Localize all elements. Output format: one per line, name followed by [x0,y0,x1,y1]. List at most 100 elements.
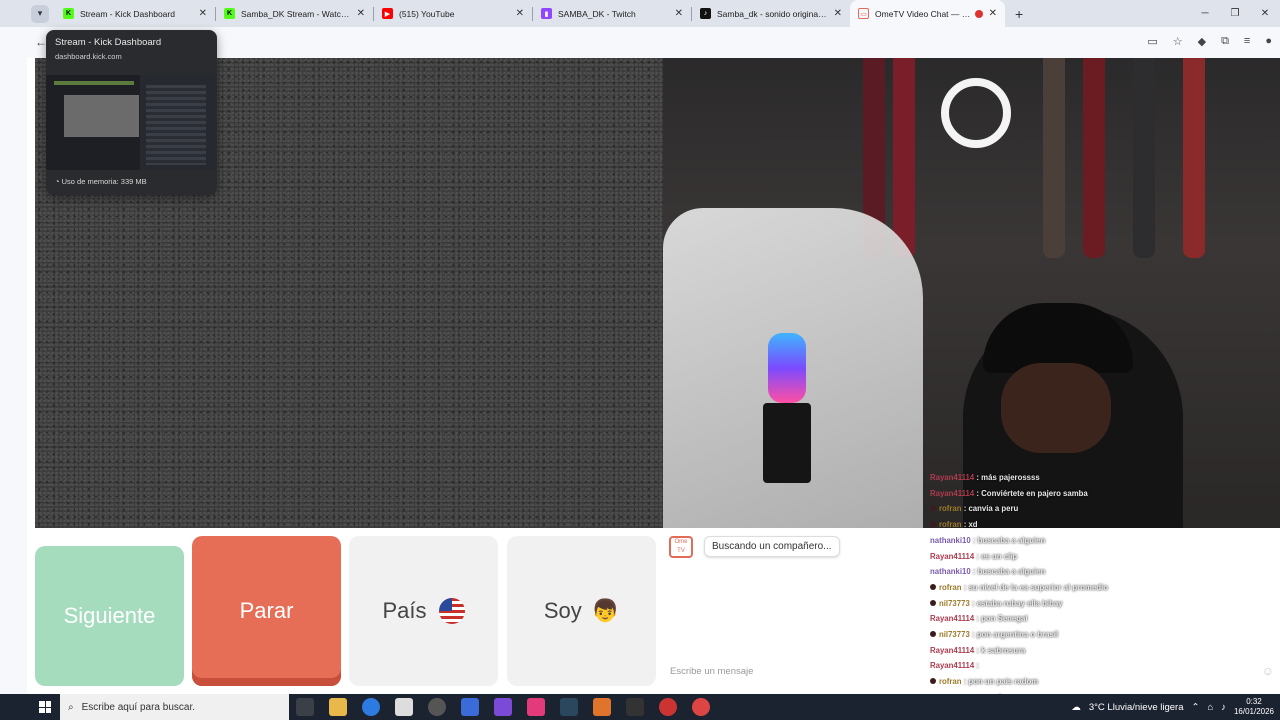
file-explorer-icon[interactable] [329,698,347,716]
extensions-icon[interactable]: ⧉ [1221,35,1229,48]
chat-message: estaba rubay ella bibay [976,598,1063,608]
chat-line: Rayan41114 : k sabrosura [930,645,1026,655]
chat-username[interactable]: nathanki10 [930,567,971,576]
chat-username[interactable]: Rayan41114 [930,646,974,655]
microphone-stand [763,403,811,483]
chat-line: rofran : canvia a peru [930,501,1160,517]
tab-twitch[interactable]: ▮ SAMBA_DK - Twitch ✕ [533,0,691,27]
weather-text[interactable]: 3°C Lluvia/nieve ligera [1089,702,1184,713]
badge-icon [930,678,936,685]
search-icon: ⌕ [68,701,74,713]
chat-username[interactable]: rofran [939,504,962,513]
gender-button[interactable]: Soy 👦 [507,536,656,686]
chat-message: su nivel de la ea superior al promedio [968,582,1108,592]
media-control-icon[interactable]: ≡ [1244,35,1250,48]
steam-icon[interactable] [560,698,578,716]
chat-username[interactable]: nil73773 [939,599,970,608]
chrome-active-icon[interactable] [692,698,710,716]
stream-chat-overlay: Rayan41114 : más pajerossss Rayan41114 : … [930,470,1160,706]
chat-username[interactable]: Rayan41114 [930,614,974,623]
minimize-icon[interactable]: ─ [1190,8,1220,19]
chat-username[interactable]: rofran [939,520,962,529]
tab-samba-kick[interactable]: K Samba_DK Stream - Watch Live ✕ [216,0,373,27]
close-icon[interactable]: ✕ [199,8,207,19]
windows-start-icon[interactable] [34,696,56,718]
tray-chevron-icon[interactable]: ⌃ [1191,702,1199,713]
tiktok-live-icon[interactable] [527,698,545,716]
star-icon[interactable]: ☆ [1173,35,1183,48]
new-tab-button[interactable]: + [1015,6,1023,22]
close-window-icon[interactable]: ✕ [1250,8,1280,19]
chat-message: buscaba a alguien [977,535,1046,545]
tab-search-button[interactable]: ▾ [31,4,49,23]
chat-username[interactable]: Rayan41114 [930,552,974,561]
chat-message: Conviértete en pajero samba [981,488,1088,498]
ometv-icon: ▭ [858,8,869,19]
weather-icon: ☁ [1071,701,1081,713]
close-icon[interactable]: ✕ [834,8,842,19]
country-button[interactable]: País [349,536,498,686]
tab-kick-dashboard[interactable]: K Stream - Kick Dashboard ✕ [55,0,215,27]
chat-line: Rayan41114 : [930,661,979,671]
profile-avatar-icon[interactable]: ● [1265,35,1272,48]
emoji-icon[interactable]: ☺ [1262,664,1274,678]
chat-message: buscaba a alguien [977,567,1046,577]
clothes-rack [893,58,915,258]
message-input[interactable]: Escribe un mensaje [670,666,753,677]
tab-tiktok[interactable]: ♪ Samba_dk - sonido original | Ti ✕ [692,0,850,27]
tab-title: OmeTV Video Chat — Ome [875,8,971,19]
app-icon[interactable] [461,698,479,716]
chat-username[interactable]: nil73773 [939,630,970,639]
discord-icon[interactable] [494,698,512,716]
capcut-icon[interactable] [626,698,644,716]
obs-icon[interactable] [428,698,446,716]
chat-username[interactable]: Rayan41114 [930,489,974,498]
search-placeholder: Escribe aquí para buscar. [81,701,196,713]
clock[interactable]: 0:32 16/01/2026 [1234,697,1274,717]
chat-message: xd [968,520,978,530]
tab-ometv[interactable]: ▭ OmeTV Video Chat — Ome ✕ [850,0,1005,27]
extension-dot-icon[interactable]: ◆ [1198,35,1206,48]
close-icon[interactable]: ✕ [675,8,683,19]
time: 0:32 [1246,697,1262,706]
network-icon[interactable]: ⌂ [1207,702,1213,713]
notepad-icon[interactable] [395,698,413,716]
preview-thumbnail [46,75,217,170]
next-button[interactable]: Siguiente [35,546,184,686]
chat-line: rofran : pon un país radom [930,674,1160,690]
chevron-down-icon: ▾ [37,8,43,18]
close-icon[interactable]: ✕ [357,8,365,19]
rgb-microphone [768,333,806,403]
chrome-red-icon[interactable] [659,698,677,716]
clothes-rack [1183,58,1205,258]
chat-username[interactable]: rofran [939,677,962,686]
task-view-icon[interactable] [296,698,314,716]
toolbar-icons: ▭ ☆ ◆ ⧉ ≡ ● [1147,35,1272,48]
close-icon[interactable]: ✕ [989,8,997,19]
ometv-logo: Ome TV [669,536,693,558]
chat-username[interactable]: Rayan41114 [930,661,974,670]
chat-username[interactable]: rofran [939,583,962,592]
app-icon[interactable] [593,698,611,716]
cast-icon[interactable]: ▭ [1147,35,1157,48]
chat-message: pon argentina o brasil [976,630,1059,640]
chat-username[interactable]: nathanki10 [930,536,971,545]
chat-username[interactable]: Rayan41114 [930,473,974,482]
tab-youtube[interactable]: ▶ (515) YouTube ✕ [374,0,532,27]
taskbar-search[interactable]: ⌕ Escribe aquí para buscar. [60,694,289,720]
stop-button[interactable]: Parar [192,536,341,686]
boy-icon: 👦 [591,598,620,623]
volume-icon[interactable]: ♪ [1221,702,1226,713]
memory-usage: ◔ Uso de memoria: 339 MB [55,177,147,186]
badge-icon [930,521,936,528]
badge-icon [930,631,936,638]
chrome-icon[interactable] [362,698,380,716]
maximize-icon[interactable]: ❐ [1220,8,1250,19]
kick-icon: K [224,8,235,19]
chat-line: Rayan41114 : Conviértete en pajero samba [930,488,1088,498]
chat-line: nathanki10 : buscaba a alguien [930,535,1046,545]
close-icon[interactable]: ✕ [516,8,524,19]
memory-icon: ◔ [55,177,62,186]
chat-line: rofran : su nivel de la ea superior al p… [930,580,1160,596]
chat-line: nathanki10 : buscaba a alguien [930,567,1046,577]
